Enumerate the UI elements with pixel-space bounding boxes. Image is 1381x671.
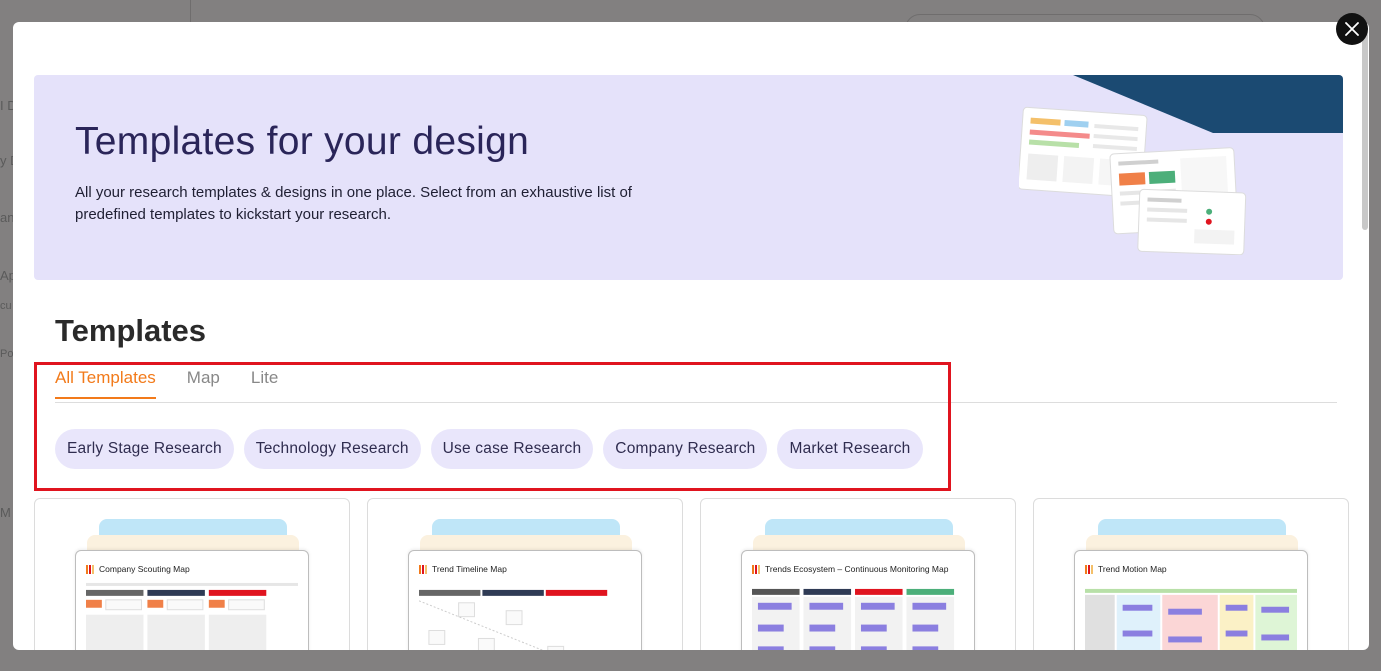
background-divider	[190, 0, 191, 22]
tab-map[interactable]: Map	[187, 368, 220, 399]
logo-icon	[752, 564, 760, 574]
template-tabs: All Templates Map Lite	[55, 368, 278, 399]
background-text: cu	[0, 300, 12, 312]
chip-use-case-research[interactable]: Use case Research	[430, 429, 594, 469]
tab-all-templates[interactable]: All Templates	[55, 368, 156, 399]
card-preview: Trend Timeline Map	[408, 550, 642, 650]
card-preview: Trend Motion Map	[1074, 550, 1308, 650]
tabs-divider	[55, 402, 1337, 403]
hero-description: All your research templates & designs in…	[75, 184, 632, 223]
hero-banner: Templates for your design All your resea…	[34, 75, 1343, 280]
template-card-trend-timeline[interactable]: Trend Timeline Map	[367, 498, 683, 650]
template-card-trends-ecosystem[interactable]: Trends Ecosystem – Continuous Monitoring…	[700, 498, 1016, 650]
card-thumbnail	[419, 589, 608, 650]
logo-icon	[1085, 564, 1093, 574]
templates-modal: Templates for your design All your resea…	[13, 22, 1369, 650]
card-title: Company Scouting Map	[86, 564, 190, 574]
chip-company-research[interactable]: Company Research	[603, 429, 768, 469]
card-preview: Trends Ecosystem – Continuous Monitoring…	[741, 550, 975, 650]
card-title: Trend Timeline Map	[419, 564, 507, 574]
tab-lite[interactable]: Lite	[251, 368, 278, 399]
card-preview: Company Scouting Map	[75, 550, 309, 650]
card-thumbnail	[1085, 588, 1297, 650]
logo-icon	[419, 564, 427, 574]
card-title: Trend Motion Map	[1085, 564, 1167, 574]
hero-illustration	[1019, 106, 1247, 255]
close-icon	[1345, 22, 1359, 36]
card-thumbnail	[752, 588, 955, 650]
logo-icon	[86, 564, 94, 574]
chip-market-research[interactable]: Market Research	[777, 429, 923, 469]
card-title: Trends Ecosystem – Continuous Monitoring…	[752, 564, 948, 574]
close-button[interactable]	[1336, 13, 1368, 45]
background-text: M	[0, 505, 11, 520]
templates-heading: Templates	[55, 313, 207, 348]
chip-early-stage-research[interactable]: Early Stage Research	[55, 429, 234, 469]
modal-scrollbar[interactable]	[1362, 30, 1368, 230]
template-card-trend-motion[interactable]: Trend Motion Map	[1033, 498, 1349, 650]
card-title-text: Trend Timeline Map	[432, 564, 507, 574]
template-card-company-scouting[interactable]: Company Scouting Map	[34, 498, 350, 650]
hero-title: Templates for your design	[75, 120, 530, 163]
card-title-text: Trend Motion Map	[1098, 564, 1167, 574]
filter-chips: Early Stage Research Technology Research…	[55, 429, 923, 469]
template-cards: Company Scouting Map Trend Timeline Map …	[34, 498, 1349, 650]
card-title-text: Trends Ecosystem – Continuous Monitoring…	[765, 564, 949, 574]
background-text: Po	[0, 348, 14, 360]
chip-technology-research[interactable]: Technology Research	[243, 429, 421, 469]
card-thumbnail	[86, 582, 298, 650]
card-title-text: Company Scouting Map	[99, 564, 190, 574]
